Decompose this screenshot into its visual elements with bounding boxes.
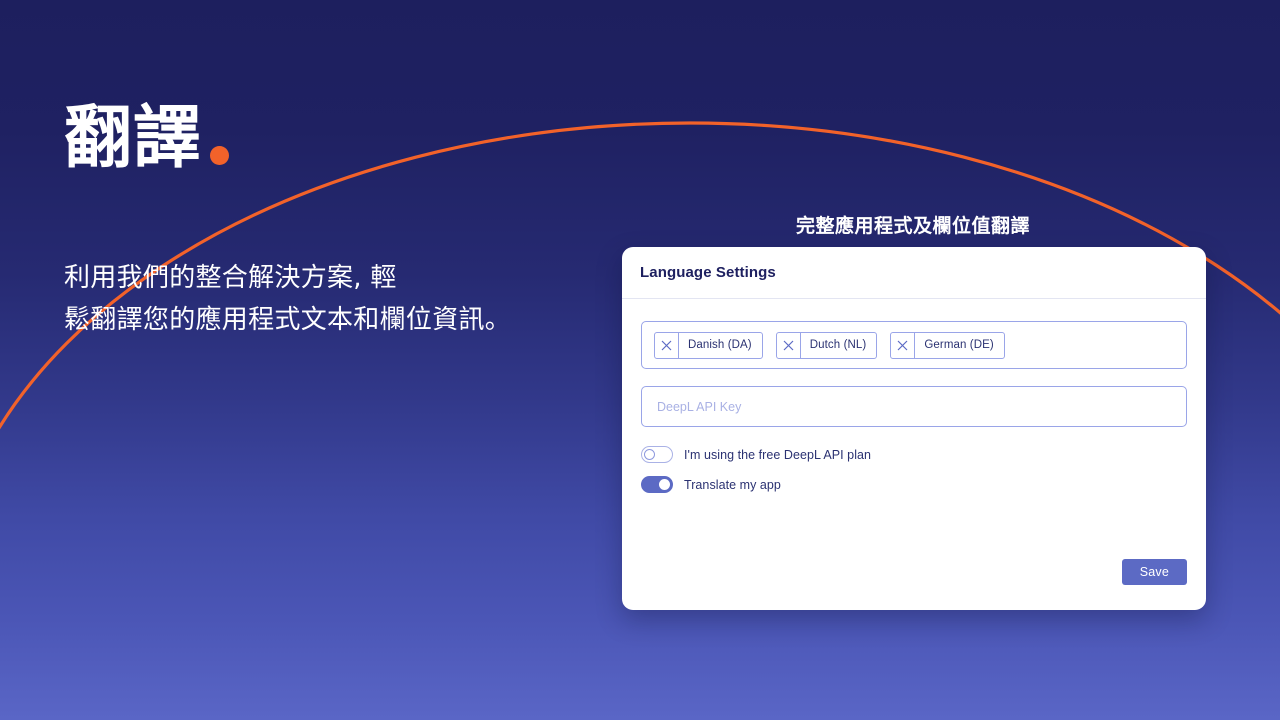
card-title: Language Settings <box>640 264 776 281</box>
toggle-knob <box>659 479 670 490</box>
language-chip-label: Dutch (NL) <box>809 339 867 351</box>
toggle-knob <box>644 449 655 460</box>
language-chip[interactable]: German (DE) <box>890 331 1005 359</box>
translate-app-toggle-row[interactable]: Translate my app <box>641 476 1187 493</box>
card-caption: 完整應用程式及欄位值翻譯 <box>795 215 1030 237</box>
language-settings-card: Language Settings Danish (DA) Dutch (NL)… <box>622 247 1206 610</box>
translate-app-toggle[interactable] <box>641 476 673 493</box>
card-body: Danish (DA) Dutch (NL) German (DE) DeepL… <box>622 299 1206 493</box>
hero-section: 翻譯 利用我們的整合解決方案, 輕 鬆翻譯您的應用程式文本和欄位資訊。 <box>64 104 584 342</box>
hero-subtitle: 利用我們的整合解決方案, 輕 鬆翻譯您的應用程式文本和欄位資訊。 <box>64 263 512 336</box>
card-footer: Save <box>1121 559 1187 585</box>
language-chip-label: German (DE) <box>924 339 994 351</box>
api-key-field[interactable] <box>641 386 1187 427</box>
close-icon[interactable] <box>777 332 801 358</box>
hero-title-row: 翻譯 <box>64 104 584 173</box>
language-chips-container[interactable]: Danish (DA) Dutch (NL) German (DE) <box>641 321 1187 369</box>
page-title: 翻譯 <box>64 99 203 178</box>
close-icon[interactable] <box>891 332 916 358</box>
free-plan-toggle-label: I'm using the free DeepL API plan <box>684 447 872 462</box>
api-key-input[interactable] <box>655 398 1173 415</box>
card-header: Language Settings <box>622 247 1206 299</box>
close-icon[interactable] <box>655 332 679 358</box>
language-chip[interactable]: Dutch (NL) <box>775 331 878 359</box>
free-plan-toggle-row[interactable]: I'm using the free DeepL API plan <box>641 446 1187 463</box>
free-plan-toggle[interactable] <box>641 446 673 463</box>
save-button[interactable]: Save <box>1121 559 1187 585</box>
language-chip[interactable]: Danish (DA) <box>654 331 763 359</box>
translate-app-toggle-label: Translate my app <box>684 477 781 492</box>
accent-dot-icon <box>210 146 230 166</box>
language-chip-label: Danish (DA) <box>688 339 752 351</box>
page-root: 翻譯 利用我們的整合解決方案, 輕 鬆翻譯您的應用程式文本和欄位資訊。 完整應用… <box>0 0 1280 720</box>
